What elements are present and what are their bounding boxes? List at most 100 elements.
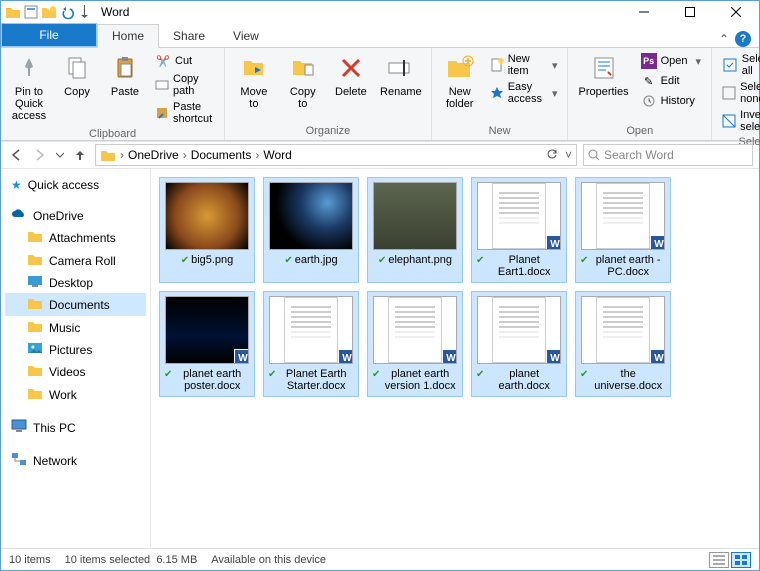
select-none-button[interactable]: Select none xyxy=(718,80,760,106)
open-button[interactable]: PsOpen▾ xyxy=(637,52,705,70)
qat-props-icon[interactable] xyxy=(23,4,39,20)
tab-view[interactable]: View xyxy=(219,25,273,47)
star-icon: ★ xyxy=(11,178,22,192)
copy-button[interactable]: Copy xyxy=(55,50,99,100)
invert-selection-button[interactable]: Invert selection xyxy=(718,108,760,134)
refresh-button[interactable] xyxy=(545,147,559,164)
pin-to-quick-access-button[interactable]: Pin to Quick access xyxy=(7,50,51,124)
cut-button[interactable]: ✂️Cut xyxy=(151,52,218,70)
tab-share[interactable]: Share xyxy=(159,25,219,47)
nav-onedrive[interactable]: OneDrive xyxy=(5,205,146,226)
move-to-icon xyxy=(238,52,270,84)
breadcrumb-item[interactable]: Documents xyxy=(191,148,252,162)
search-input[interactable]: Search Word xyxy=(583,144,753,166)
help-icon[interactable]: ? xyxy=(735,31,751,47)
sync-status-icon: ✔ xyxy=(268,369,276,381)
recent-locations-button[interactable] xyxy=(55,146,65,164)
up-button[interactable] xyxy=(71,146,89,164)
group-organize: Move to Copy to Delete Rename Organize xyxy=(225,48,432,140)
breadcrumb[interactable]: › OneDrive› Documents› Word ˅ xyxy=(95,144,577,166)
nav-item-music[interactable]: Music xyxy=(5,316,146,339)
file-item[interactable]: ✔earth.jpg xyxy=(263,177,359,283)
qat-undo-icon[interactable] xyxy=(59,4,75,20)
nav-item-videos[interactable]: Videos xyxy=(5,360,146,383)
properties-icon xyxy=(588,52,620,84)
delete-button[interactable]: Delete xyxy=(329,50,373,100)
ribbon-tabs: File Home Share View ⌃ ? xyxy=(1,23,759,47)
new-folder-button[interactable]: New folder xyxy=(438,50,482,112)
easy-access-button[interactable]: Easy access▾ xyxy=(486,80,562,106)
view-icons-button[interactable] xyxy=(731,552,751,568)
folder-icon xyxy=(27,275,43,290)
collapse-ribbon-icon[interactable]: ⌃ xyxy=(719,32,729,46)
nav-item-pictures[interactable]: Pictures xyxy=(5,339,146,360)
copy-path-button[interactable]: Copy path xyxy=(151,72,218,98)
file-name: Planet Eart1.docx xyxy=(486,254,562,278)
file-item[interactable]: W✔Planet Earth Starter.docx xyxy=(263,291,359,397)
edit-icon: ✎ xyxy=(641,73,657,89)
sync-status-icon: ✔ xyxy=(378,255,386,267)
nav-item-attachments[interactable]: Attachments xyxy=(5,226,146,249)
easy-access-icon xyxy=(490,85,504,101)
file-name: planet earth poster.docx xyxy=(174,368,250,392)
nav-item-desktop[interactable]: Desktop xyxy=(5,272,146,293)
word-icon: W xyxy=(650,349,665,364)
main-area: ★Quick access OneDrive AttachmentsCamera… xyxy=(1,169,759,548)
file-item[interactable]: W✔the universe.docx xyxy=(575,291,671,397)
file-item[interactable]: W✔planet earth poster.docx xyxy=(159,291,255,397)
nav-item-documents[interactable]: Documents xyxy=(5,293,146,316)
properties-button[interactable]: Properties xyxy=(574,50,632,100)
select-all-button[interactable]: Select all xyxy=(718,52,760,78)
move-to-button[interactable]: Move to xyxy=(231,50,276,112)
file-item[interactable]: W✔Planet Eart1.docx xyxy=(471,177,567,283)
view-details-button[interactable] xyxy=(709,552,729,568)
nav-quick-access[interactable]: ★Quick access xyxy=(5,175,146,195)
paste-shortcut-button[interactable]: Paste shortcut xyxy=(151,100,218,126)
close-button[interactable] xyxy=(713,1,759,23)
file-item[interactable]: ✔elephant.png xyxy=(367,177,463,283)
file-item[interactable]: ✔big5.png xyxy=(159,177,255,283)
new-item-icon xyxy=(490,57,504,73)
file-item[interactable]: W✔planet earth - PC.docx xyxy=(575,177,671,283)
nav-pane: ★Quick access OneDrive AttachmentsCamera… xyxy=(1,169,151,548)
nav-item-camera-roll[interactable]: Camera Roll xyxy=(5,249,146,272)
folder-icon xyxy=(27,229,43,246)
file-name: earth.jpg xyxy=(295,254,338,266)
open-icon: Ps xyxy=(641,53,657,69)
tab-home[interactable]: Home xyxy=(97,24,159,48)
status-bar: 10 items 10 items selected 6.15 MB Avail… xyxy=(1,548,759,570)
rename-button[interactable]: Rename xyxy=(377,50,425,100)
qat-overflow-icon[interactable] xyxy=(77,4,93,20)
back-button[interactable] xyxy=(7,146,25,164)
minimize-button[interactable] xyxy=(621,1,667,23)
quick-access-toolbar xyxy=(1,4,93,20)
window-title: Word xyxy=(101,5,621,19)
pc-icon xyxy=(11,419,27,436)
paste-button[interactable]: Paste xyxy=(103,50,147,100)
nav-network[interactable]: Network xyxy=(5,449,146,472)
nav-this-pc[interactable]: This PC xyxy=(5,416,146,439)
breadcrumb-item[interactable]: OneDrive xyxy=(128,148,179,162)
select-none-icon xyxy=(722,85,736,101)
maximize-button[interactable] xyxy=(667,1,713,23)
file-item[interactable]: W✔planet earth.docx xyxy=(471,291,567,397)
group-select: Select all Select none Invert selection … xyxy=(712,48,760,140)
breadcrumb-item[interactable]: Word xyxy=(263,148,291,162)
pin-icon xyxy=(13,52,45,84)
forward-button[interactable] xyxy=(31,146,49,164)
nav-item-work[interactable]: Work xyxy=(5,383,146,406)
word-icon: W xyxy=(546,349,561,364)
file-list[interactable]: ✔big5.png✔earth.jpg✔elephant.pngW✔Planet… xyxy=(151,169,759,548)
new-item-button[interactable]: New item▾ xyxy=(486,52,562,78)
edit-button[interactable]: ✎Edit xyxy=(637,72,705,90)
folder-icon xyxy=(27,342,43,357)
search-icon xyxy=(588,149,600,161)
address-bar: › OneDrive› Documents› Word ˅ Search Wor… xyxy=(1,141,759,169)
copy-to-button[interactable]: Copy to xyxy=(281,50,325,112)
ribbon-right-controls: ⌃ ? xyxy=(719,31,751,47)
qat-new-folder-icon[interactable] xyxy=(41,4,57,20)
tab-file[interactable]: File xyxy=(1,23,97,47)
history-button[interactable]: History xyxy=(637,92,705,110)
file-item[interactable]: W✔planet earth version 1.docx xyxy=(367,291,463,397)
qat-folder-icon[interactable] xyxy=(5,4,21,20)
